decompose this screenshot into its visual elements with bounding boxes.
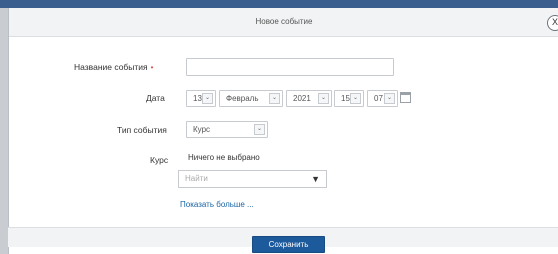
save-button[interactable]: Сохранить — [252, 236, 325, 253]
month-select[interactable]: Февраль ⌄ — [219, 90, 283, 107]
minute-value: 07 — [374, 94, 383, 103]
minute-select[interactable]: 07 ⌄ — [367, 90, 398, 107]
event-name-label-text: Название события — [74, 62, 148, 72]
event-name-label: Название события • — [74, 62, 153, 72]
chevron-down-icon: ⌄ — [269, 93, 280, 104]
chevron-down-icon: ⌄ — [202, 93, 213, 104]
window-top-strip — [0, 0, 558, 8]
course-search-input[interactable]: Найти ▼ — [178, 170, 327, 188]
chevron-down-icon: ⌄ — [254, 124, 265, 135]
chevron-down-icon: ⌄ — [318, 93, 329, 104]
chevron-down-icon: ⌄ — [350, 93, 361, 104]
chevron-down-icon: ⌄ — [384, 93, 395, 104]
year-select[interactable]: 2021 ⌄ — [286, 90, 332, 107]
hour-value: 15 — [341, 94, 350, 103]
dialog-title: Новое событие — [255, 17, 313, 26]
month-value: Февраль — [226, 94, 259, 103]
show-more-link[interactable]: Показать больше ... — [180, 200, 254, 209]
event-type-select[interactable]: Курс ⌄ — [186, 121, 268, 138]
year-value: 2021 — [293, 94, 311, 103]
required-marker: • — [150, 63, 154, 72]
course-selection-text: Ничего не выбрано — [188, 153, 260, 162]
hour-select[interactable]: 15 ⌄ — [334, 90, 364, 107]
dropdown-triangle-icon[interactable]: ▼ — [311, 171, 320, 187]
date-label: Дата — [146, 93, 165, 103]
day-select[interactable]: 13 ⌄ — [186, 90, 216, 107]
day-value: 13 — [193, 94, 202, 103]
event-name-input[interactable] — [186, 58, 394, 76]
dialog-header: Новое событие X — [9, 8, 558, 37]
event-type-value: Курс — [193, 125, 211, 134]
calendar-icon[interactable] — [400, 92, 411, 103]
close-icon[interactable]: X — [547, 15, 558, 31]
page-left-edge — [0, 8, 8, 254]
event-type-label: Тип события — [117, 125, 167, 135]
course-label: Курс — [150, 155, 169, 165]
search-placeholder: Найти — [185, 174, 208, 183]
new-event-dialog: Новое событие X — [8, 8, 558, 254]
